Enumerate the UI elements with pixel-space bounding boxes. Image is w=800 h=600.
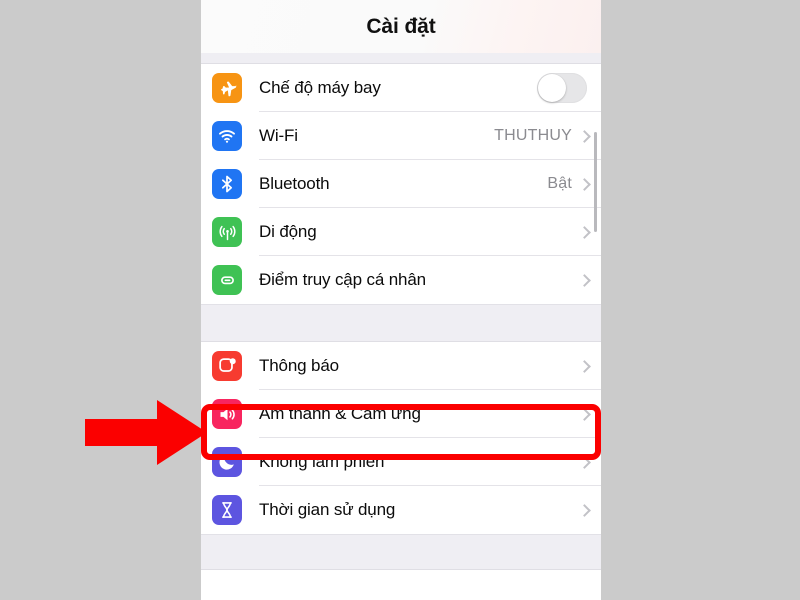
settings-row-notifications[interactable]: Thông báo — [201, 342, 601, 390]
settings-row-screen-time[interactable]: Thời gian sử dụng — [201, 486, 601, 534]
chevron-right-icon — [578, 407, 591, 421]
settings-group-next — [201, 570, 601, 600]
settings-row-bluetooth[interactable]: Bluetooth Bật — [201, 160, 601, 208]
chevron-right-icon — [578, 177, 591, 191]
settings-row-wifi[interactable]: Wi-Fi THUTHUY — [201, 112, 601, 160]
settings-row-label: Không làm phiền — [259, 452, 385, 471]
vertical-scrollbar[interactable] — [594, 132, 597, 232]
airplane-mode-toggle[interactable] — [537, 73, 587, 103]
section-gap-bottom — [201, 534, 601, 570]
page-title: Cài đặt — [366, 14, 436, 38]
toggle-knob — [538, 74, 566, 102]
settings-row-label: Thông báo — [259, 356, 339, 375]
sound-haptics-icon — [212, 399, 242, 429]
settings-row-airplane-mode[interactable]: Chế độ máy bay — [201, 64, 601, 112]
settings-row-personal-hotspot[interactable]: Điểm truy cập cá nhân — [201, 256, 601, 304]
settings-row-accessory — [578, 503, 601, 517]
settings-row-accessory — [578, 359, 601, 373]
settings-row-accessory — [578, 225, 601, 239]
notifications-icon — [212, 351, 242, 381]
phone-screen: Cài đặt Chế độ máy bay Wi-Fi THUTHUY Blu… — [201, 0, 601, 600]
settings-row-accessory — [578, 273, 601, 287]
chevron-right-icon — [578, 273, 591, 287]
settings-row-accessory — [537, 73, 601, 103]
settings-row-label: Wi-Fi — [259, 126, 298, 145]
settings-row-label: Di động — [259, 222, 317, 241]
settings-row-accessory: THUTHUY — [494, 127, 601, 145]
chevron-right-icon — [578, 455, 591, 469]
settings-row-label: Điểm truy cập cá nhân — [259, 270, 426, 289]
navigation-bar: Cài đặt — [201, 0, 601, 53]
section-gap-top — [201, 53, 601, 64]
settings-row-label: Bluetooth — [259, 174, 330, 193]
section-gap-middle — [201, 304, 601, 342]
settings-row-cellular[interactable]: Di động — [201, 208, 601, 256]
chevron-right-icon — [578, 225, 591, 239]
moon-icon — [212, 447, 242, 477]
settings-row-label: Thời gian sử dụng — [259, 500, 396, 519]
wifi-icon — [212, 121, 242, 151]
settings-row-sounds-and-haptics[interactable]: Âm thanh & Cảm ứng — [201, 390, 601, 438]
settings-group-connectivity: Chế độ máy bay Wi-Fi THUTHUY Bluetooth B… — [201, 64, 601, 304]
airplane-icon — [212, 73, 242, 103]
cellular-icon — [212, 217, 242, 247]
settings-row-accessory — [578, 455, 601, 469]
settings-group-system: Thông báo Âm thanh & Cảm ứng Không làm p… — [201, 342, 601, 534]
red-pointer-arrow — [85, 400, 207, 465]
hotspot-icon — [212, 265, 242, 295]
bluetooth-icon — [212, 169, 242, 199]
bluetooth-state-value: Bật — [547, 175, 572, 192]
settings-row-label: Chế độ máy bay — [259, 78, 381, 97]
settings-row-label: Âm thanh & Cảm ứng — [259, 404, 421, 423]
screenshot-canvas: Cài đặt Chế độ máy bay Wi-Fi THUTHUY Blu… — [0, 0, 800, 600]
settings-row-accessory: Bật — [547, 175, 601, 193]
chevron-right-icon — [578, 503, 591, 517]
settings-row-do-not-disturb[interactable]: Không làm phiền — [201, 438, 601, 486]
hourglass-icon — [212, 495, 242, 525]
settings-row-accessory — [578, 407, 601, 421]
chevron-right-icon — [578, 359, 591, 373]
wifi-network-value: THUTHUY — [494, 127, 572, 144]
chevron-right-icon — [578, 129, 591, 143]
